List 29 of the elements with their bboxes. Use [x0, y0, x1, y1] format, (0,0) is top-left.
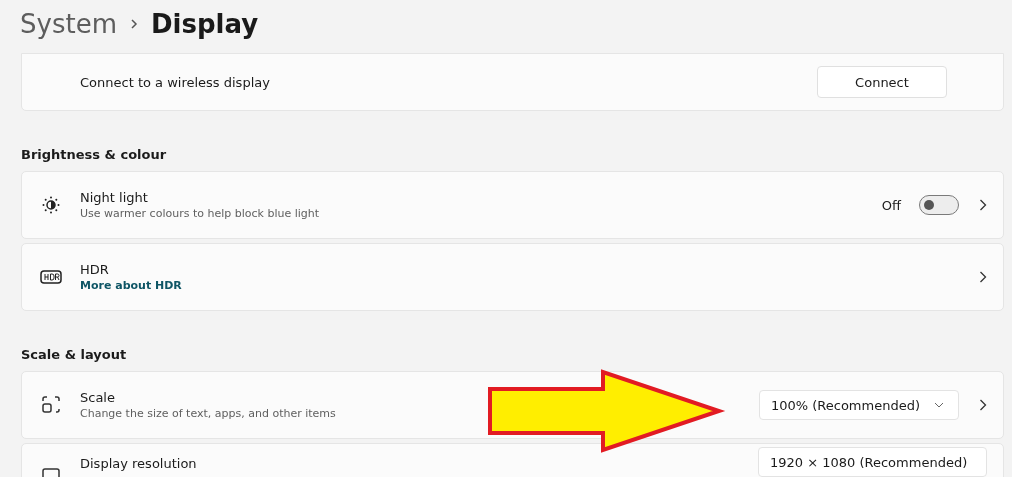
chevron-icon[interactable] — [979, 398, 987, 412]
setting-card[interactable]: Night light Use warmer colours to help block blue light Off — [21, 171, 1004, 239]
toggle-state-label: Off — [881, 197, 901, 213]
chevron-icon[interactable] — [979, 198, 987, 212]
sun-icon — [41, 195, 61, 215]
setting-card[interactable]: Connect to a wireless display Connect — [21, 53, 1004, 111]
page-title: Display — [150, 9, 259, 39]
chevron-icon — [128, 17, 139, 31]
toggle-switch[interactable] — [919, 195, 959, 215]
chevron-icon[interactable] — [979, 270, 987, 284]
dropdown[interactable]: 1920 × 1080 (Recommended) — [758, 447, 987, 477]
setting-title: Display resolution — [80, 456, 198, 471]
connect-button[interactable]: Connect — [817, 66, 947, 98]
section-heading: Brightness & colour — [21, 147, 168, 162]
breadcrumb-parent[interactable]: System — [20, 9, 117, 39]
setting-description: Change the size of text, apps, and other items — [80, 407, 337, 420]
hdr-icon — [40, 270, 62, 284]
setting-title: Connect to a wireless display — [80, 74, 271, 90]
dropdown[interactable]: 100% (Recommended) — [758, 390, 959, 420]
setting-description: Use warmer colours to help block blue light — [80, 207, 321, 220]
setting-title: Scale — [80, 390, 116, 405]
setting-card[interactable]: HDR More about HDR — [21, 243, 1004, 311]
setting-card[interactable]: Display resolution 1920 × 1080 (Recommended) — [21, 443, 1004, 477]
help-link[interactable]: More about HDR — [80, 279, 971, 292]
section-heading: Scale & layout — [21, 347, 128, 362]
resize-icon — [41, 395, 61, 415]
setting-title: HDR — [80, 262, 110, 277]
setting-title: Night light — [80, 190, 149, 205]
caret-icon — [934, 402, 944, 408]
